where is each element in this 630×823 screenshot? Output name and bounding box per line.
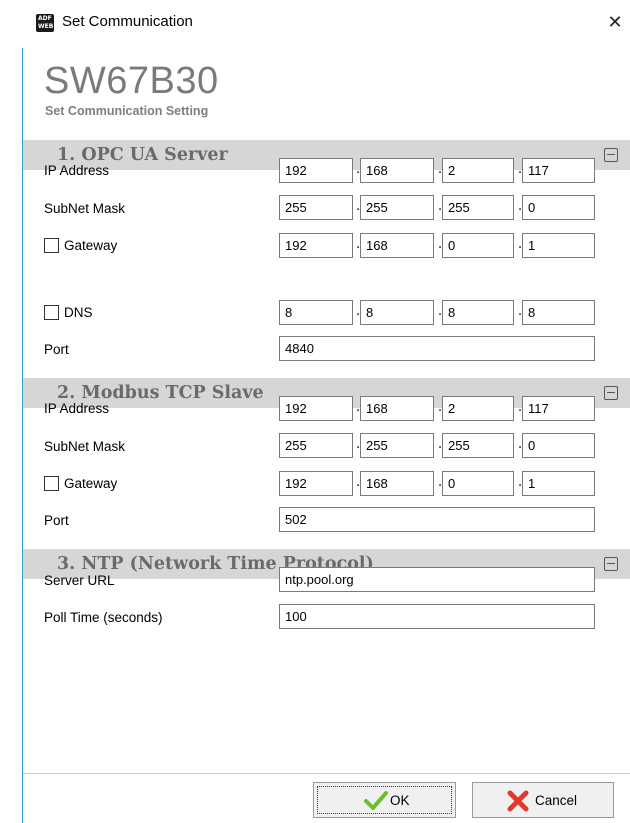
opc-dns-octet-1[interactable]: 8 <box>279 300 353 325</box>
window-title: Set Communication <box>62 13 193 30</box>
opc-dns-label: DNS <box>64 305 93 320</box>
opc-ip-label: IP Address <box>44 163 110 178</box>
ntp-server-label: Server URL <box>44 573 115 588</box>
product-title: SW67B30 <box>44 60 219 102</box>
opc-gateway-octet-1[interactable]: 192 <box>279 233 353 258</box>
ntp-poll-label: Poll Time (seconds) <box>44 610 163 625</box>
modbus-mask-octet-2[interactable]: 255 <box>360 433 434 458</box>
modbus-gateway-label: Gateway <box>64 476 118 491</box>
modbus-mask-octet-1[interactable]: 255 <box>279 433 353 458</box>
opc-gateway-checkbox[interactable] <box>44 238 59 253</box>
opc-port-label: Port <box>44 342 69 357</box>
collapse-icon[interactable] <box>604 557 618 571</box>
opc-port-field[interactable]: 4840 <box>279 336 595 361</box>
opc-ip-octet-4[interactable]: 117 <box>522 158 595 183</box>
opc-mask-octet-2[interactable]: 255 <box>360 195 434 220</box>
section-title: 2. Modbus TCP Slave <box>57 383 264 403</box>
opc-ip-octet-2[interactable]: 168 <box>360 158 434 183</box>
opc-dns-octet-3[interactable]: 8 <box>442 300 514 325</box>
ntp-poll-field[interactable]: 100 <box>279 604 595 629</box>
collapse-icon[interactable] <box>604 148 618 162</box>
page-subtitle: Set Communication Setting <box>45 104 209 118</box>
opc-mask-label: SubNet Mask <box>44 201 126 216</box>
modbus-gateway-octet-1[interactable]: 192 <box>279 471 353 496</box>
section-title: 1. OPC UA Server <box>57 145 228 165</box>
modbus-ip-octet-2[interactable]: 168 <box>360 396 434 421</box>
modbus-gateway-octet-4[interactable]: 1 <box>522 471 595 496</box>
red-x-icon <box>507 790 529 812</box>
cancel-button[interactable]: Cancel <box>472 782 614 818</box>
modbus-gateway-octet-3[interactable]: 0 <box>442 471 514 496</box>
modbus-port-field[interactable]: 502 <box>279 507 595 532</box>
collapse-icon[interactable] <box>604 386 618 400</box>
ok-button-label: OK <box>390 793 410 808</box>
checkmark-icon <box>364 791 388 810</box>
modbus-port-label: Port <box>44 513 69 528</box>
modbus-ip-octet-4[interactable]: 117 <box>522 396 595 421</box>
opc-gateway-octet-4[interactable]: 1 <box>522 233 595 258</box>
app-logo-icon: ADF WEB <box>36 14 54 32</box>
opc-gateway-octet-3[interactable]: 0 <box>442 233 514 258</box>
opc-mask-octet-4[interactable]: 0 <box>522 195 595 220</box>
modbus-mask-octet-4[interactable]: 0 <box>522 433 595 458</box>
ntp-server-field[interactable]: ntp.pool.org <box>279 567 595 592</box>
modbus-ip-label: IP Address <box>44 401 110 416</box>
opc-ip-octet-3[interactable]: 2 <box>442 158 514 183</box>
modbus-gateway-octet-2[interactable]: 168 <box>360 471 434 496</box>
opc-dns-checkbox[interactable] <box>44 305 59 320</box>
title-bar[interactable]: ADF WEB Set Communication ✕ <box>22 0 630 48</box>
modbus-gateway-checkbox[interactable] <box>44 476 59 491</box>
footer-divider <box>23 773 630 774</box>
modbus-ip-octet-3[interactable]: 2 <box>442 396 514 421</box>
opc-mask-octet-3[interactable]: 255 <box>442 195 514 220</box>
ok-button[interactable]: OK <box>313 782 456 818</box>
cancel-button-label: Cancel <box>535 793 578 808</box>
set-communication-window: ADF WEB Set Communication ✕ SW67B30 Set … <box>0 0 630 823</box>
modbus-mask-label: SubNet Mask <box>44 439 126 454</box>
opc-ip-octet-1[interactable]: 192 <box>279 158 353 183</box>
opc-gateway-label: Gateway <box>64 238 118 253</box>
opc-gateway-octet-2[interactable]: 168 <box>360 233 434 258</box>
opc-dns-octet-2[interactable]: 8 <box>360 300 434 325</box>
modbus-ip-octet-1[interactable]: 192 <box>279 396 353 421</box>
close-icon[interactable]: ✕ <box>600 8 630 38</box>
opc-mask-octet-1[interactable]: 255 <box>279 195 353 220</box>
opc-dns-octet-4[interactable]: 8 <box>522 300 595 325</box>
modbus-mask-octet-3[interactable]: 255 <box>442 433 514 458</box>
